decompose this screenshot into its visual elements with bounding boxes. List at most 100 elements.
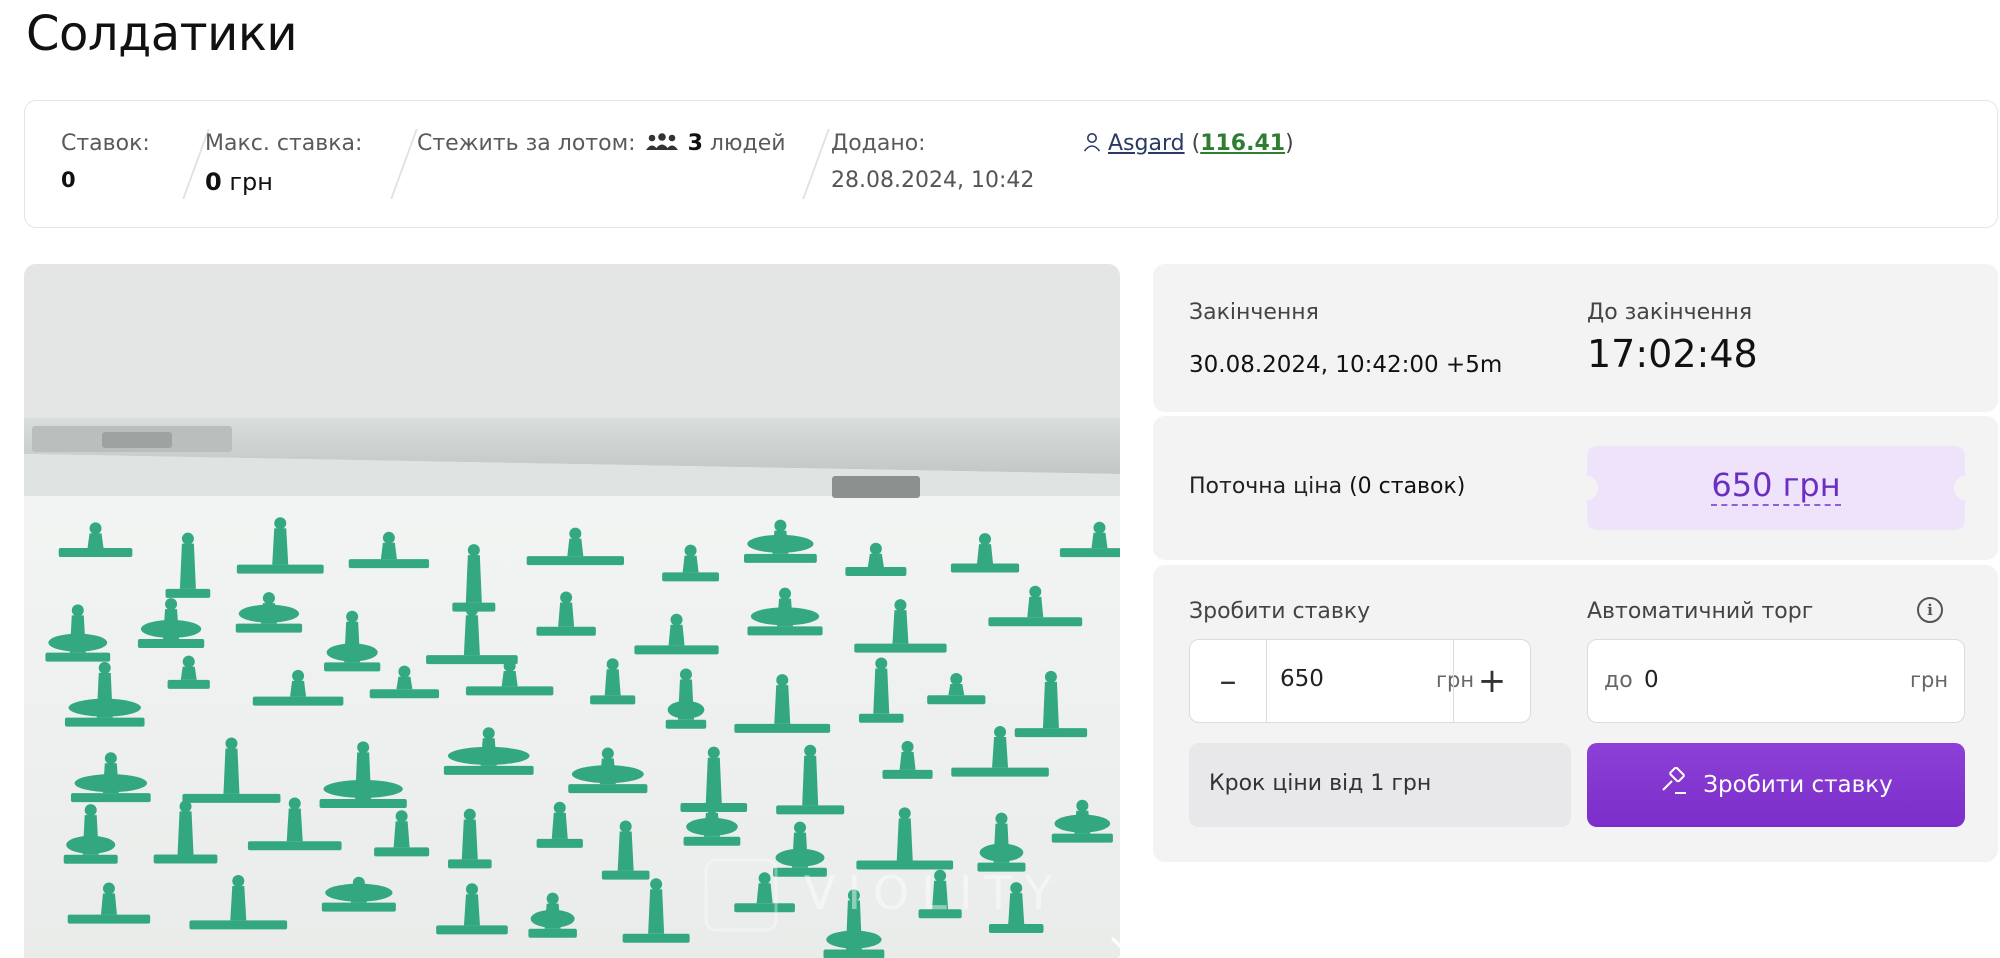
toy-soldier-figure <box>380 542 397 560</box>
toy-soldier-base <box>443 765 534 775</box>
toy-soldier-figure <box>393 821 410 848</box>
added-value: 28.08.2024, 10:42 <box>831 168 1035 193</box>
toy-soldier-head <box>104 752 117 765</box>
countdown-label: До закінчення <box>1587 300 1753 325</box>
toy-soldier-base <box>536 626 596 636</box>
toy-soldier-figure <box>179 543 196 589</box>
current-price-value[interactable]: 650 грн <box>1587 466 1965 506</box>
toy-soldier-figure <box>177 811 194 855</box>
toy-horse <box>447 746 530 765</box>
toy-soldier-base <box>845 566 907 576</box>
countdown-value: 17:02:48 <box>1587 332 1758 376</box>
current-price-label: Поточна ціна (0 ставок) <box>1189 474 1465 499</box>
seller-link[interactable]: Asgard <box>1108 131 1185 156</box>
current-price-panel: Поточна ціна (0 ставок) 650 грн <box>1153 416 1998 560</box>
toy-soldier-head <box>1029 585 1042 598</box>
watchers-suffix: людей <box>709 131 786 156</box>
toy-soldier-base <box>951 767 1049 777</box>
toy-soldier-head <box>979 533 992 546</box>
bids-label: Ставок: <box>61 131 150 156</box>
toy-soldier-figure <box>87 533 104 548</box>
toy-soldier-figure <box>461 819 478 860</box>
toy-soldier-figure <box>230 886 247 921</box>
current-price-bids: (0 ставок) <box>1349 474 1466 499</box>
increase-bid-button[interactable]: + <box>1453 640 1530 722</box>
toy-soldier-head <box>398 665 411 678</box>
toy-soldier-head <box>546 892 559 905</box>
auction-end-panel: Закінчення 30.08.2024, 10:42:00 +5m До з… <box>1153 264 1998 412</box>
chevron-right-icon <box>1110 936 1120 958</box>
auto-bid-input[interactable] <box>1644 667 1844 693</box>
seller-rating[interactable]: 116.41 <box>1200 131 1285 156</box>
toy-soldier-figure <box>463 615 480 656</box>
toy-soldier-figure <box>223 748 240 794</box>
toy-soldier-base <box>319 798 407 808</box>
toy-soldier-base <box>321 902 396 912</box>
decrease-bid-button[interactable]: – <box>1190 640 1267 722</box>
toy-soldier-head <box>182 655 195 668</box>
toy-horse <box>530 909 575 928</box>
bids-count-block: Ставок: 0 <box>61 131 150 192</box>
user-icon <box>1083 132 1101 158</box>
toy-soldier-base <box>683 836 741 846</box>
toy-soldier-head <box>503 659 516 672</box>
toy-soldier-head <box>165 598 178 611</box>
max-bid-block: Макс. ставка: 0 грн <box>205 131 362 196</box>
divider <box>802 129 830 199</box>
max-bid-value: 0 грн <box>205 168 362 196</box>
toy-soldier-base <box>568 784 648 794</box>
lot-info-bar: Ставок: 0 Макс. ставка: 0 грн Стежить за… <box>24 100 1998 228</box>
lot-photo[interactable]: VIOLITY <box>24 264 1120 958</box>
toy-soldier-figure <box>286 808 303 842</box>
photo-image: VIOLITY <box>24 264 1120 958</box>
toy-soldier-head <box>232 875 245 888</box>
toy-horse <box>140 619 202 638</box>
toy-soldier-figure <box>1027 596 1044 618</box>
toy-soldier-base <box>58 547 133 557</box>
auto-bid-field[interactable]: до грн <box>1587 639 1965 723</box>
toy-soldier-head <box>774 519 787 532</box>
toy-soldier-figure <box>558 602 575 627</box>
place-bid-button[interactable]: Зробити ставку <box>1587 743 1965 827</box>
toy-soldier-figure <box>501 670 518 687</box>
seller-block: Asgard (116.41) <box>1083 131 1294 158</box>
toy-soldier-base <box>374 847 430 857</box>
toy-soldier-figure <box>1042 681 1059 729</box>
toy-horse <box>238 604 300 623</box>
toy-soldier-figure <box>899 751 916 770</box>
max-bid-amount: 0 <box>205 168 222 196</box>
toy-soldier-head <box>950 673 963 686</box>
toy-soldier-head <box>670 613 683 626</box>
toy-soldier-base <box>988 617 1083 627</box>
bid-amount-input[interactable] <box>1280 666 1410 692</box>
toy-soldier-head <box>395 810 408 823</box>
toy-soldier-head <box>71 604 84 617</box>
toy-soldier-figure <box>867 553 884 567</box>
toy-soldier-head <box>357 741 370 754</box>
toy-soldier-base <box>590 695 636 705</box>
next-photo-button[interactable] <box>1106 932 1120 958</box>
toy-soldier-base <box>734 903 795 913</box>
info-icon[interactable]: i <box>1917 597 1943 623</box>
toy-soldier-base <box>189 920 288 930</box>
toy-soldier-base <box>1051 833 1113 843</box>
toy-soldier-head <box>869 542 882 555</box>
toy-soldier-head <box>467 544 480 557</box>
toy-soldier-head <box>679 668 692 681</box>
toy-soldier-head <box>994 726 1007 739</box>
toy-soldier-head <box>482 727 495 740</box>
toy-soldier-figure <box>948 684 965 696</box>
toy-soldier-base <box>526 556 625 566</box>
toy-soldier-head <box>225 737 238 750</box>
toy-soldier-head <box>779 587 792 600</box>
toy-horse <box>747 534 814 553</box>
toy-soldier-figure <box>463 894 480 926</box>
toy-soldier-base <box>536 838 583 848</box>
bid-panel: Зробити ставку Автоматичний торг i – грн… <box>1153 565 1998 862</box>
minus-icon: – <box>1219 661 1237 701</box>
added-block: Додано: 28.08.2024, 10:42 <box>831 131 1034 193</box>
toy-soldier-figure <box>873 668 890 714</box>
toy-soldier-base <box>988 923 1044 933</box>
watermark: VIOLITY <box>804 866 1065 920</box>
toy-soldier-base <box>465 686 554 696</box>
